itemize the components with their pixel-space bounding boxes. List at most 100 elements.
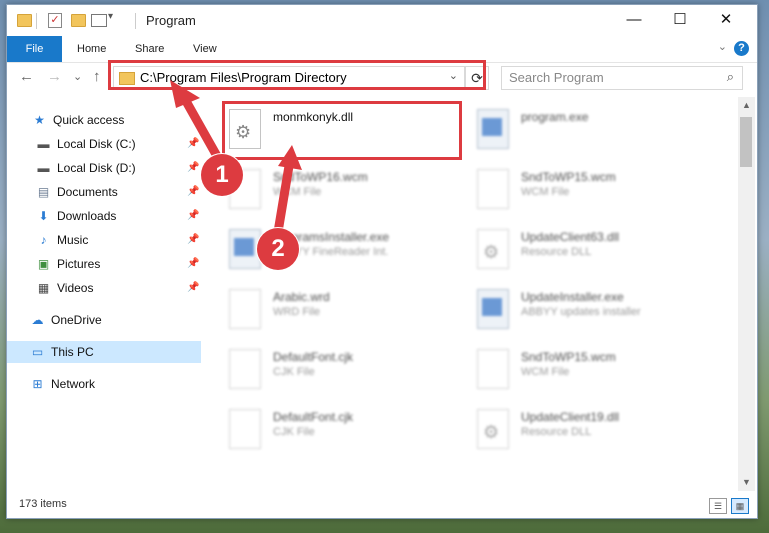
search-input[interactable]: Search Program ⌕ xyxy=(501,66,743,90)
up-button[interactable]: ↑ xyxy=(93,68,101,85)
pin-icon[interactable]: 📌 xyxy=(187,253,199,275)
sidebar-item-label: Quick access xyxy=(53,113,125,127)
sidebar-item-downloads[interactable]: ⬇ Downloads 📌 xyxy=(7,205,201,227)
file-type: ABBYY updates installer xyxy=(521,306,641,318)
navigation-pane: ★ Quick access ▬ Local Disk (C:) 📌 ▬ Local Dis… xyxy=(7,101,201,491)
file-type: WCM File xyxy=(273,186,322,198)
minimize-button[interactable]: — xyxy=(611,5,657,36)
sidebar-item-label: Videos xyxy=(57,281,94,295)
sidebar-item-label: Local Disk (C:) xyxy=(57,137,136,151)
sidebar-item-pictures[interactable]: ▣ Pictures 📌 xyxy=(7,253,201,275)
file-tab[interactable]: File xyxy=(7,36,62,62)
file-icon xyxy=(229,349,261,389)
file-item[interactable]: UpdateClient19.dll Resource DLL xyxy=(455,405,695,453)
vertical-scrollbar[interactable]: ▲ ▼ xyxy=(738,97,755,491)
view-options-icon[interactable] xyxy=(91,14,107,27)
item-count: 173 items xyxy=(19,498,67,510)
sidebar-item-local-disk-d[interactable]: ▬ Local Disk (D:) 📌 xyxy=(7,157,201,179)
file-name: DefaultFont.cjk xyxy=(273,410,354,424)
close-button[interactable]: ✕ xyxy=(703,5,749,36)
scroll-thumb[interactable] xyxy=(740,117,752,167)
new-folder-icon[interactable] xyxy=(71,14,86,27)
file-item[interactable]: DefaultFont.cjk CJK File xyxy=(207,405,447,453)
file-item[interactable]: SndToWP16.wcm WCM File xyxy=(207,165,447,213)
file-item[interactable]: ProgramsInstaller.exe ABBYY FineReader In… xyxy=(207,225,447,273)
scroll-up-icon[interactable]: ▲ xyxy=(742,100,751,110)
application-icon xyxy=(477,109,509,149)
star-icon: ★ xyxy=(34,113,45,127)
cloud-icon: ☁ xyxy=(31,313,44,327)
file-item[interactable]: program.exe xyxy=(455,105,695,153)
pin-icon[interactable]: 📌 xyxy=(187,277,199,299)
network-icon: ⊞ xyxy=(32,377,43,391)
file-type: Resource DLL xyxy=(521,246,592,258)
sidebar-item-documents[interactable]: ▤ Documents 📌 xyxy=(7,181,201,203)
title-separator xyxy=(135,13,136,29)
properties-icon[interactable]: ✓ xyxy=(48,13,62,28)
toolbar-separator xyxy=(36,13,37,29)
callout-1: 1 xyxy=(201,154,243,196)
file-icon xyxy=(229,409,261,449)
file-icon xyxy=(477,349,509,389)
sidebar-item-label: Local Disk (D:) xyxy=(57,161,136,175)
sidebar-item-label: This PC xyxy=(51,345,94,359)
file-name: SndToWP16.wcm xyxy=(273,170,368,184)
customize-dropdown-icon[interactable]: ▾ xyxy=(108,11,113,27)
video-icon: ▦ xyxy=(37,281,50,295)
expand-ribbon-icon[interactable]: ⌄ xyxy=(718,40,727,53)
large-icons-view-icon[interactable]: ▦ xyxy=(731,498,749,514)
file-name: UpdateInstaller.exe xyxy=(521,290,624,304)
sidebar-item-this-pc[interactable]: ▭ This PC xyxy=(7,341,201,363)
sidebar-item-label: OneDrive xyxy=(51,313,102,327)
file-item[interactable]: SndToWP15.wcm WCM File xyxy=(455,345,695,393)
sidebar-item-music[interactable]: ♪ Music 📌 xyxy=(7,229,201,251)
file-type: CJK File xyxy=(273,366,315,378)
file-name: UpdateClient19.dll xyxy=(521,410,620,424)
details-view-icon[interactable]: ☰ xyxy=(709,498,727,514)
tab-view[interactable]: View xyxy=(193,36,217,62)
forward-button[interactable]: → xyxy=(47,68,62,85)
sidebar-item-label: Downloads xyxy=(57,209,117,223)
recent-locations-icon[interactable]: ⌄ xyxy=(73,70,82,83)
help-icon[interactable]: ? xyxy=(734,41,749,56)
sidebar-item-quick-access[interactable]: ★ Quick access xyxy=(7,109,201,131)
back-button[interactable]: ← xyxy=(19,68,34,85)
sidebar-item-network[interactable]: ⊞ Network xyxy=(7,373,201,395)
ribbon: File Home Share View ⌄ ? xyxy=(7,36,757,63)
file-name: SndToWP15.wcm xyxy=(521,350,616,364)
search-icon[interactable]: ⌕ xyxy=(727,69,734,85)
pin-icon[interactable]: 📌 xyxy=(187,205,199,227)
tab-home[interactable]: Home xyxy=(77,36,106,62)
file-item[interactable]: DefaultFont.cjk CJK File xyxy=(207,345,447,393)
file-type: WCM File xyxy=(521,366,570,378)
sidebar-item-label: Music xyxy=(57,233,89,247)
tab-share[interactable]: Share xyxy=(135,36,164,62)
file-item[interactable]: SndToWP15.wcm WCM File xyxy=(455,165,695,213)
file-item[interactable]: Arabic.wrd WRD File xyxy=(207,285,447,333)
pin-icon[interactable]: 📌 xyxy=(187,133,199,155)
dll-file-icon xyxy=(477,409,509,449)
folder-icon[interactable] xyxy=(17,14,32,27)
title-bar: ✓ ▾ Program — ☐ ✕ xyxy=(7,5,757,36)
sidebar-item-videos[interactable]: ▦ Videos 📌 xyxy=(7,277,201,299)
pin-icon[interactable]: 📌 xyxy=(187,157,199,179)
sidebar-item-label: Network xyxy=(51,377,96,391)
maximize-button[interactable]: ☐ xyxy=(657,5,703,36)
document-icon: ▤ xyxy=(37,185,50,199)
download-icon: ⬇ xyxy=(38,209,49,223)
file-type: WRD File xyxy=(273,306,321,318)
file-item[interactable]: UpdateClient63.dll Resource DLL xyxy=(455,225,695,273)
address-highlight-box xyxy=(108,60,486,90)
pin-icon[interactable]: 📌 xyxy=(187,229,199,251)
sidebar-item-local-disk-c[interactable]: ▬ Local Disk (C:) 📌 xyxy=(7,133,201,155)
scroll-down-icon[interactable]: ▼ xyxy=(742,477,751,487)
file-name: Arabic.wrd xyxy=(273,290,330,304)
file-type: CJK File xyxy=(273,426,315,438)
file-item[interactable]: UpdateInstaller.exe ABBYY updates install… xyxy=(455,285,695,333)
callout-2: 2 xyxy=(257,228,299,270)
file-type: Resource DLL xyxy=(521,426,592,438)
application-icon xyxy=(477,289,509,329)
pin-icon[interactable]: 📌 xyxy=(187,181,199,203)
sidebar-item-onedrive[interactable]: ☁ OneDrive xyxy=(7,309,201,331)
dll-file-icon xyxy=(477,229,509,269)
